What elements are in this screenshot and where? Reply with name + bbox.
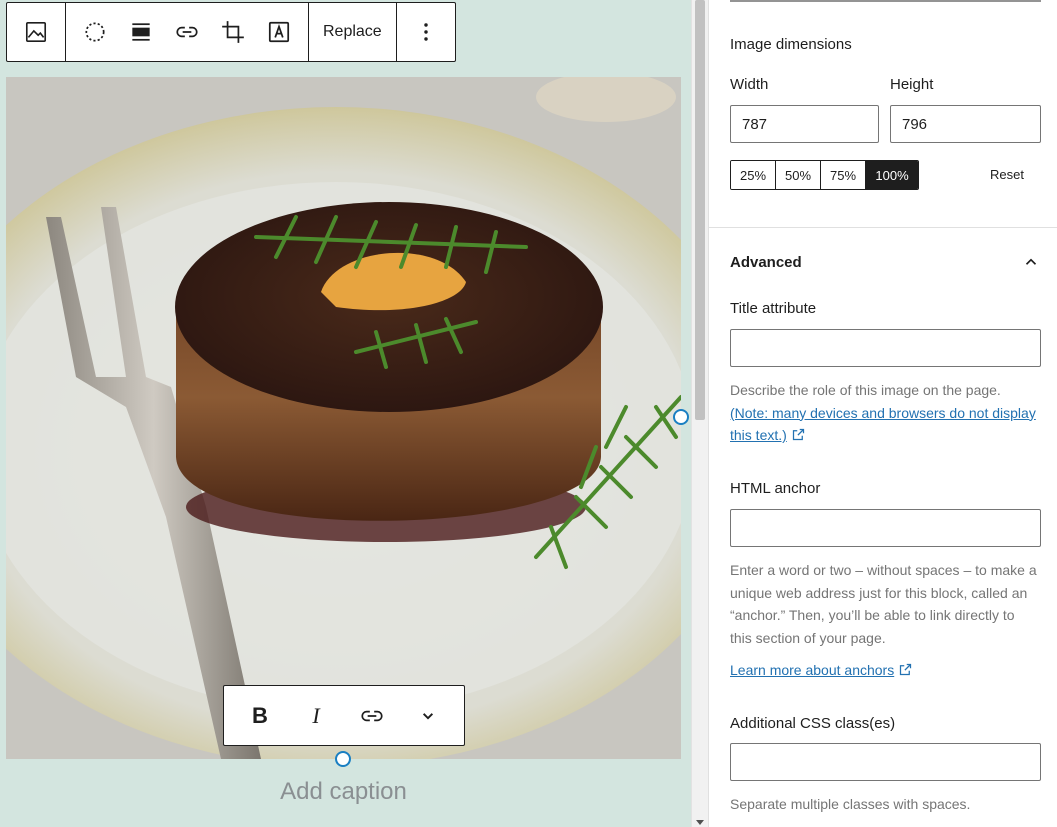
bold-button[interactable]: B bbox=[237, 693, 283, 739]
text-overlay-icon bbox=[268, 21, 290, 43]
resize-handle-right[interactable] bbox=[673, 409, 689, 425]
caption-format-toolbar: B I bbox=[223, 685, 465, 746]
more-options-button[interactable] bbox=[403, 9, 449, 55]
image-icon bbox=[25, 21, 47, 43]
external-link-icon bbox=[792, 428, 804, 441]
link-button[interactable] bbox=[164, 9, 210, 55]
bold-icon: B bbox=[252, 702, 268, 728]
more-formatting-button[interactable] bbox=[405, 693, 451, 739]
scale-100-button[interactable]: 100% bbox=[866, 161, 918, 189]
replace-button[interactable]: Replace bbox=[315, 9, 390, 55]
image-block-button[interactable] bbox=[13, 9, 59, 55]
more-options-icon bbox=[423, 23, 428, 41]
title-attribute-note-link[interactable]: (Note: many devices and browsers do not … bbox=[730, 405, 1036, 444]
panel-divider bbox=[709, 227, 1057, 228]
height-label: Height bbox=[890, 76, 934, 93]
canvas-scrollbar[interactable] bbox=[691, 0, 708, 827]
resize-handle-bottom[interactable] bbox=[335, 751, 351, 767]
options-group bbox=[397, 3, 455, 61]
learn-more-anchors-link[interactable]: Learn more about anchors bbox=[730, 662, 894, 678]
scale-75-button[interactable]: 75% bbox=[821, 161, 866, 189]
reset-dimensions-button[interactable]: Reset bbox=[990, 167, 1024, 182]
canvas-scroll-thumb[interactable] bbox=[695, 0, 705, 420]
scale-25-button[interactable]: 25% bbox=[731, 161, 776, 189]
steak-photo bbox=[6, 77, 681, 759]
image-scale-buttons: 25% 50% 75% 100% bbox=[730, 160, 919, 190]
title-attribute-label: Title attribute bbox=[730, 300, 817, 317]
block-type-group bbox=[7, 3, 66, 61]
scroll-down-arrow-icon[interactable] bbox=[696, 820, 704, 825]
block-tools-group bbox=[66, 3, 309, 61]
crop-icon bbox=[222, 21, 244, 43]
external-link-icon bbox=[900, 663, 912, 676]
anchor-learn-more: Learn more about anchors bbox=[730, 659, 1040, 682]
text-overlay-button[interactable] bbox=[256, 9, 302, 55]
scale-50-button[interactable]: 50% bbox=[776, 161, 821, 189]
css-classes-help: Separate multiple classes with spaces. bbox=[730, 796, 971, 812]
advanced-panel-toggle[interactable]: Advanced bbox=[730, 251, 1040, 273]
caption-placeholder[interactable]: Add caption bbox=[6, 778, 681, 806]
css-classes-input[interactable] bbox=[730, 743, 1041, 781]
chevron-down-icon bbox=[422, 712, 434, 720]
link-icon bbox=[176, 26, 198, 38]
height-input[interactable] bbox=[890, 105, 1041, 143]
duotone-button[interactable] bbox=[72, 9, 118, 55]
align-icon bbox=[132, 23, 150, 41]
width-input[interactable] bbox=[730, 105, 879, 143]
duotone-icon bbox=[85, 22, 105, 42]
css-classes-label: Additional CSS class(es) bbox=[730, 715, 896, 732]
italic-icon: I bbox=[312, 702, 320, 728]
block-toolbar: Replace bbox=[6, 2, 456, 62]
link-icon bbox=[361, 710, 383, 721]
html-anchor-label: HTML anchor bbox=[730, 480, 821, 497]
width-label: Width bbox=[730, 76, 769, 93]
html-anchor-input[interactable] bbox=[730, 509, 1041, 547]
sidebar-top-border bbox=[730, 0, 1041, 2]
settings-sidebar: Image dimensions Width Height 25% 50% 75… bbox=[708, 0, 1057, 827]
title-attribute-help: Describe the role of this image on the p… bbox=[730, 379, 1040, 447]
caption-link-button[interactable] bbox=[349, 693, 395, 739]
title-attribute-help-text: Describe the role of this image on the p… bbox=[730, 382, 1001, 398]
selected-image[interactable] bbox=[6, 77, 681, 759]
replace-group: Replace bbox=[309, 3, 397, 61]
chevron-up-icon bbox=[1025, 258, 1037, 265]
title-attribute-input[interactable] bbox=[730, 329, 1041, 367]
align-button[interactable] bbox=[118, 9, 164, 55]
editor-canvas: Replace B I Add caption bbox=[0, 0, 691, 827]
image-dimensions-title: Image dimensions bbox=[730, 36, 852, 53]
html-anchor-help: Enter a word or two – without spaces – t… bbox=[730, 562, 1037, 646]
advanced-panel-title: Advanced bbox=[730, 253, 802, 271]
crop-button[interactable] bbox=[210, 9, 256, 55]
italic-button[interactable]: I bbox=[293, 693, 339, 739]
